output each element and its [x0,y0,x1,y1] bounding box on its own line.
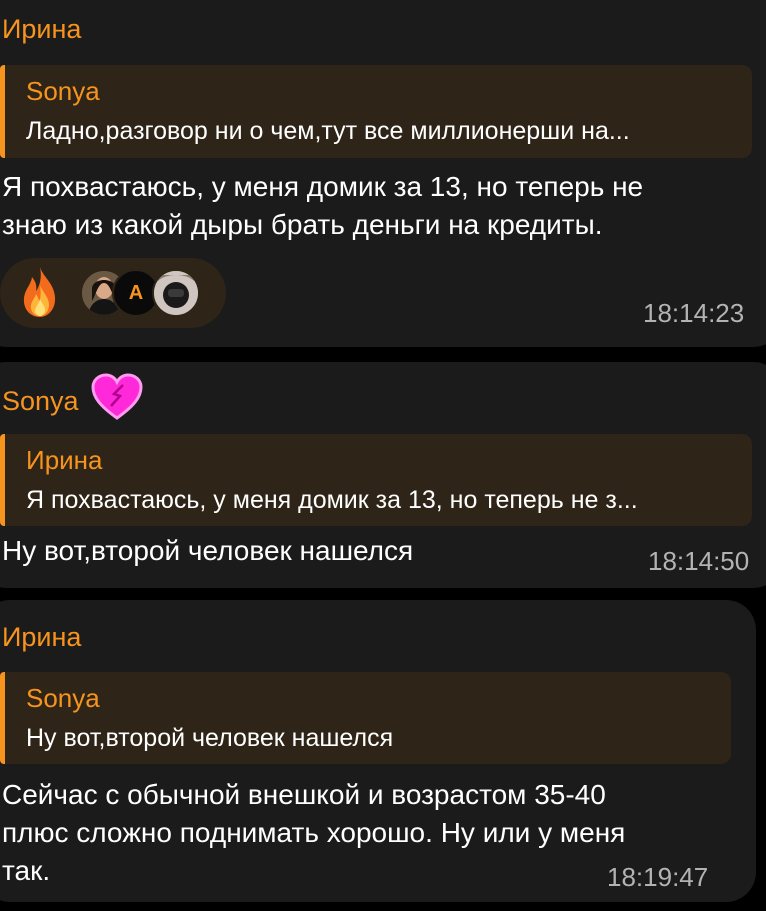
chat-view: Ирина Sonya Ладно,разговор ни о чем,тут … [0,0,766,911]
reply-author: Sonya [26,683,100,713]
message-time: 18:14:23 [643,298,745,328]
message-bubble[interactable]: Ирина Sonya Ну вот,второй человек нашелс… [0,600,756,902]
reply-quote[interactable]: Sonya Ну вот,второй человек нашелся [0,672,731,764]
sender-name[interactable]: Ирина [2,622,81,653]
message-line: знаю из какой дыры брать деньги на креди… [2,209,603,240]
reply-quote[interactable]: Sonya Ладно,разговор ни о чем,тут все ми… [0,65,752,158]
message-line: Ну вот,второй человек нашелся [2,535,414,566]
reply-text: Я похвастаюсь, у меня домик за 13, но те… [26,486,638,514]
message-line: плюс сложно поднимать хорошо. Ну или у м… [2,817,626,848]
message-line: Я похвастаюсь, у меня домик за 13, но те… [2,171,644,202]
pink-heart-icon [91,373,143,420]
reply-author: Sonya [26,76,100,106]
reaction-pill[interactable]: A [0,258,226,328]
sender-name[interactable]: Ирина [2,14,81,45]
reply-author: Ирина [26,445,103,475]
reply-text: Ладно,разговор ни о чем,тут все миллионе… [26,117,630,145]
message-text: Сейчас с обычной внешкой и возрастом 35-… [2,776,625,890]
message-bubble[interactable]: Ирина Sonya Ладно,разговор ни о чем,тут … [0,0,766,347]
message-line: Сейчас с обычной внешкой и возрастом 35-… [2,779,606,810]
message-bubble[interactable]: Sonya Ирина Я похвастаюсь, у меня домик … [0,362,766,588]
reply-quote[interactable]: Ирина Я похвастаюсь, у меня домик за 13,… [0,434,752,526]
fire-emoji [23,267,56,317]
reply-text: Ну вот,второй человек нашелся [26,724,394,752]
avatar-image [154,271,198,315]
message-line: так. [2,855,51,886]
message-text: Ну вот,второй человек нашелся [2,532,413,570]
message-text: Я похвастаюсь, у меня домик за 13, но те… [2,168,643,244]
message-time: 18:14:50 [648,546,750,576]
sender-name[interactable]: Sonya [2,386,79,417]
avatar-photo[interactable] [152,269,200,317]
message-time: 18:19:47 [607,862,709,892]
